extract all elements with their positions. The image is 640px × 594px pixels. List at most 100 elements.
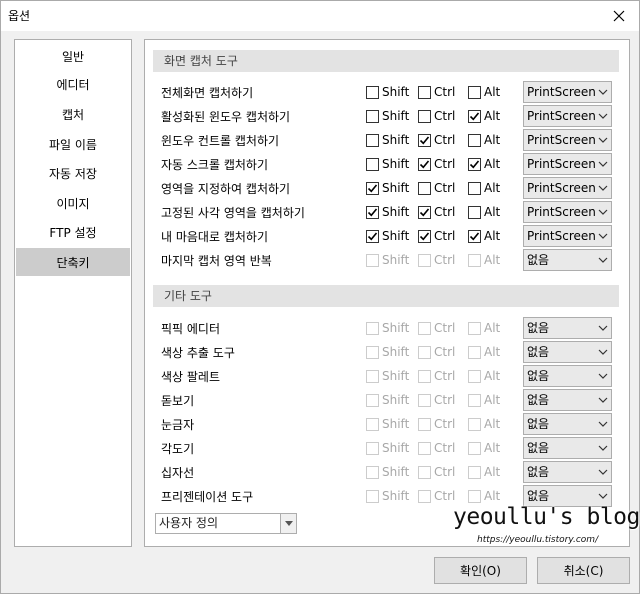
checkbox-box[interactable] (366, 369, 379, 383)
shift-checkbox[interactable]: Shift (366, 321, 409, 335)
ctrl-checkbox[interactable]: Ctrl (418, 205, 455, 219)
checkbox-box[interactable] (366, 253, 379, 267)
sidebar-item[interactable]: 일반 (16, 42, 130, 70)
sidebar-item[interactable]: 자동 저장 (16, 159, 130, 187)
shift-checkbox[interactable]: Shift (366, 253, 409, 267)
key-dropdown[interactable]: 없음 (523, 389, 612, 411)
checkbox-box[interactable] (366, 489, 379, 503)
checkbox-box[interactable] (468, 417, 481, 431)
ctrl-checkbox[interactable]: Ctrl (418, 229, 455, 243)
alt-checkbox[interactable]: Alt (468, 489, 500, 503)
sidebar-item[interactable]: FTP 설정 (16, 218, 130, 246)
shift-checkbox[interactable]: Shift (366, 441, 409, 455)
key-dropdown[interactable]: PrintScreen (523, 201, 612, 223)
shift-checkbox[interactable]: Shift (366, 369, 409, 383)
alt-checkbox[interactable]: Alt (468, 109, 500, 123)
ctrl-checkbox[interactable]: Ctrl (418, 465, 455, 479)
alt-checkbox[interactable]: Alt (468, 181, 500, 195)
key-dropdown[interactable]: PrintScreen (523, 105, 612, 127)
sidebar-item[interactable]: 파일 이름 (16, 130, 130, 158)
shift-checkbox[interactable]: Shift (366, 85, 409, 99)
checkbox-box[interactable] (468, 181, 481, 195)
checkbox-box[interactable] (418, 109, 431, 123)
shift-checkbox[interactable]: Shift (366, 393, 409, 407)
checkbox-box[interactable] (468, 489, 481, 503)
checkbox-box[interactable] (366, 133, 379, 147)
checkbox-box[interactable] (366, 393, 379, 407)
ctrl-checkbox[interactable]: Ctrl (418, 489, 455, 503)
checkbox-box[interactable] (418, 417, 431, 431)
alt-checkbox[interactable]: Alt (468, 393, 500, 407)
ctrl-checkbox[interactable]: Ctrl (418, 157, 455, 171)
key-dropdown[interactable]: PrintScreen (523, 153, 612, 175)
checkbox-box[interactable] (468, 205, 481, 219)
alt-checkbox[interactable]: Alt (468, 465, 500, 479)
checkbox-box[interactable] (366, 321, 379, 335)
ctrl-checkbox[interactable]: Ctrl (418, 109, 455, 123)
checkbox-box[interactable] (418, 369, 431, 383)
checkbox-box[interactable] (418, 441, 431, 455)
checkbox-box[interactable] (468, 369, 481, 383)
checkbox-box[interactable] (468, 133, 481, 147)
alt-checkbox[interactable]: Alt (468, 229, 500, 243)
ctrl-checkbox[interactable]: Ctrl (418, 441, 455, 455)
alt-checkbox[interactable]: Alt (468, 345, 500, 359)
checkbox-box[interactable] (418, 345, 431, 359)
key-dropdown[interactable]: 없음 (523, 413, 612, 435)
ctrl-checkbox[interactable]: Ctrl (418, 417, 455, 431)
checkbox-box[interactable] (468, 441, 481, 455)
shift-checkbox[interactable]: Shift (366, 181, 409, 195)
sidebar-item[interactable]: 단축키 (16, 248, 130, 276)
ok-button[interactable]: 확인(O) (434, 557, 527, 584)
close-button[interactable] (599, 1, 639, 31)
checkbox-box[interactable] (418, 205, 431, 219)
ctrl-checkbox[interactable]: Ctrl (418, 181, 455, 195)
alt-checkbox[interactable]: Alt (468, 253, 500, 267)
checkbox-box[interactable] (366, 85, 379, 99)
checkbox-box[interactable] (468, 321, 481, 335)
alt-checkbox[interactable]: Alt (468, 85, 500, 99)
alt-checkbox[interactable]: Alt (468, 205, 500, 219)
checkbox-box[interactable] (366, 109, 379, 123)
checkbox-box[interactable] (418, 229, 431, 243)
ctrl-checkbox[interactable]: Ctrl (418, 345, 455, 359)
key-dropdown[interactable]: PrintScreen (523, 177, 612, 199)
key-dropdown[interactable]: PrintScreen (523, 225, 612, 247)
shift-checkbox[interactable]: Shift (366, 133, 409, 147)
checkbox-box[interactable] (366, 157, 379, 171)
checkbox-box[interactable] (418, 393, 431, 407)
checkbox-box[interactable] (418, 489, 431, 503)
ctrl-checkbox[interactable]: Ctrl (418, 369, 455, 383)
checkbox-box[interactable] (366, 345, 379, 359)
checkbox-box[interactable] (468, 157, 481, 171)
ctrl-checkbox[interactable]: Ctrl (418, 133, 455, 147)
checkbox-box[interactable] (366, 205, 379, 219)
key-dropdown[interactable]: PrintScreen (523, 81, 612, 103)
sidebar-item[interactable]: 이미지 (16, 189, 130, 217)
alt-checkbox[interactable]: Alt (468, 369, 500, 383)
shift-checkbox[interactable]: Shift (366, 489, 409, 503)
shift-checkbox[interactable]: Shift (366, 229, 409, 243)
checkbox-box[interactable] (468, 85, 481, 99)
key-dropdown[interactable]: 없음 (523, 365, 612, 387)
checkbox-box[interactable] (468, 109, 481, 123)
shift-checkbox[interactable]: Shift (366, 157, 409, 171)
preset-select[interactable]: 사용자 정의 (155, 513, 297, 534)
key-dropdown[interactable]: 없음 (523, 341, 612, 363)
alt-checkbox[interactable]: Alt (468, 417, 500, 431)
key-dropdown[interactable]: 없음 (523, 437, 612, 459)
shift-checkbox[interactable]: Shift (366, 205, 409, 219)
checkbox-box[interactable] (468, 465, 481, 479)
cancel-button[interactable]: 취소(C) (537, 557, 630, 584)
checkbox-box[interactable] (366, 229, 379, 243)
sidebar-item[interactable]: 캡처 (16, 100, 130, 128)
key-dropdown[interactable]: PrintScreen (523, 129, 612, 151)
sidebar-item[interactable]: 에디터 (16, 70, 130, 98)
ctrl-checkbox[interactable]: Ctrl (418, 253, 455, 267)
alt-checkbox[interactable]: Alt (468, 441, 500, 455)
checkbox-box[interactable] (366, 441, 379, 455)
checkbox-box[interactable] (366, 181, 379, 195)
checkbox-box[interactable] (418, 321, 431, 335)
checkbox-box[interactable] (468, 253, 481, 267)
preset-select-arrow[interactable] (280, 514, 296, 533)
